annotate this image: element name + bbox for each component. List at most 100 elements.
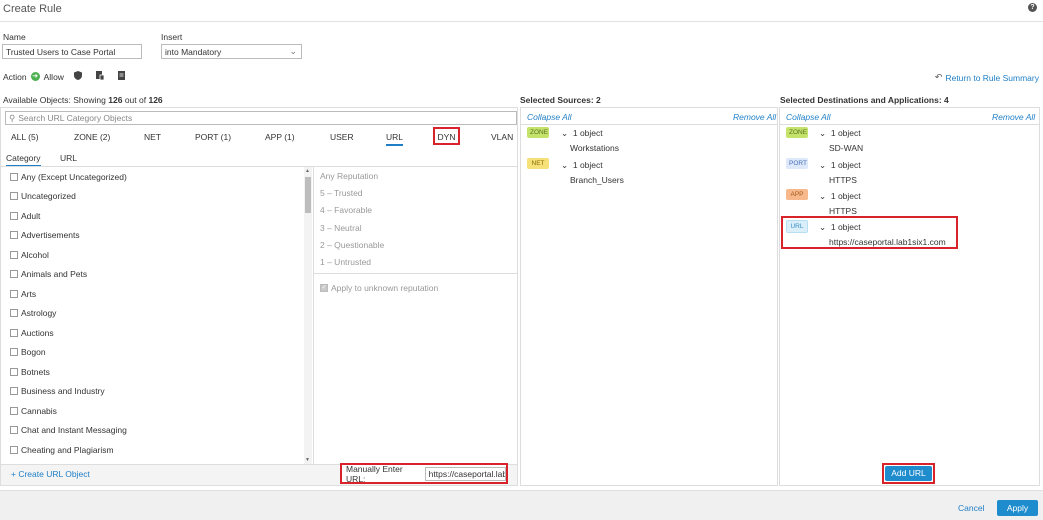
category-item[interactable]: Cheating and Plagiarism <box>10 440 114 460</box>
sources-collapse-all[interactable]: Collapse All <box>527 112 572 122</box>
category-list: Any (Except Uncategorized) Uncategorized… <box>0 167 313 464</box>
return-to-summary-link[interactable]: ↶ Return to Rule Summary <box>935 72 1039 83</box>
reputation-item[interactable]: 2 – Questionable <box>320 240 384 250</box>
source-object-header[interactable]: ⌄ 1 object <box>561 128 603 139</box>
category-item[interactable]: Botnets <box>10 362 50 382</box>
tab-zone[interactable]: ZONE (2) <box>74 132 110 142</box>
chevron-down-icon: ⌄ <box>561 128 569 138</box>
sources-remove-all[interactable]: Remove All <box>733 112 776 122</box>
tab-url[interactable]: URL <box>386 132 404 146</box>
reputation-item[interactable]: 4 – Favorable <box>320 205 372 215</box>
dialog-header: Create Rule ? <box>0 0 1043 22</box>
action-value[interactable]: Allow <box>44 72 64 82</box>
scrollbar-thumb[interactable] <box>305 177 311 213</box>
destination-object-header[interactable]: ⌄ 1 object <box>819 160 861 171</box>
chevron-down-icon: ⌄ <box>819 222 827 232</box>
scroll-up-icon[interactable]: ▲ <box>305 168 310 174</box>
reputation-divider <box>314 273 518 274</box>
checkbox[interactable] <box>10 309 18 318</box>
scroll-down-icon[interactable]: ▼ <box>305 457 310 463</box>
checkbox[interactable] <box>10 328 18 337</box>
source-object-value: Workstations <box>570 143 619 153</box>
category-scrollbar[interactable]: ▲ ▼ <box>304 167 312 464</box>
category-item[interactable]: Chat and Instant Messaging <box>10 421 127 441</box>
category-item[interactable]: Auctions <box>10 323 54 343</box>
manual-url-input[interactable]: https://caseportal.lab <box>424 466 506 481</box>
apply-button[interactable]: Apply <box>997 500 1038 516</box>
dialog-footer <box>0 490 1043 520</box>
category-item[interactable]: Animals and Pets <box>10 265 87 285</box>
selected-sources-title: Selected Sources: 2 <box>520 95 601 105</box>
checkbox[interactable] <box>10 250 18 259</box>
destination-object-value: HTTPS <box>829 175 857 185</box>
category-item[interactable]: Arts <box>10 284 36 304</box>
checkbox[interactable] <box>10 172 18 181</box>
subtab-category[interactable]: Category <box>6 153 41 167</box>
subtab-url[interactable]: URL <box>60 153 77 163</box>
reputation-item[interactable]: Any Reputation <box>320 171 378 181</box>
destination-object-header[interactable]: ⌄ 1 object <box>819 191 861 202</box>
tab-user[interactable]: USER <box>330 132 354 142</box>
checkbox[interactable] <box>10 270 18 279</box>
checkbox[interactable] <box>10 231 18 240</box>
category-item[interactable]: Uncategorized <box>10 187 76 207</box>
log-settings-icon[interactable] <box>95 71 105 82</box>
checkbox[interactable] <box>10 289 18 298</box>
checkbox[interactable] <box>10 406 18 415</box>
tab-vlan[interactable]: VLAN <box>491 132 513 142</box>
action-row: Action ➜ Allow <box>3 71 125 82</box>
checkbox[interactable] <box>10 445 18 454</box>
category-item[interactable]: Cannabis <box>10 401 57 421</box>
destinations-collapse-all[interactable]: Collapse All <box>786 112 831 122</box>
chevron-down-icon: ⌄ <box>289 46 297 56</box>
comments-icon[interactable] <box>117 71 125 82</box>
sources-divider <box>521 124 777 125</box>
app-badge: APP <box>786 189 808 200</box>
search-icon: ⚲ <box>9 112 16 123</box>
category-item[interactable]: Bogon <box>10 343 46 363</box>
destination-object-header[interactable]: ⌄ 1 object <box>819 222 861 233</box>
manual-url-entry: Manually Enter URL: https://caseportal.l… <box>340 463 508 484</box>
insert-select-value: into Mandatory <box>165 47 222 57</box>
name-label: Name <box>3 32 26 42</box>
tab-dyn[interactable]: DYN <box>433 127 460 145</box>
category-item[interactable]: Any (Except Uncategorized) <box>10 167 127 187</box>
shield-icon[interactable] <box>73 71 82 82</box>
cancel-button[interactable]: Cancel <box>958 503 984 513</box>
category-item[interactable]: Alcohol <box>10 245 49 265</box>
tab-port[interactable]: PORT (1) <box>195 132 231 142</box>
apply-unknown-reputation[interactable]: ✓ Apply to unknown reputation <box>320 283 438 293</box>
destination-object-header[interactable]: ⌄ 1 object <box>819 128 861 139</box>
reputation-item[interactable]: 3 – Neutral <box>320 223 362 233</box>
checkbox[interactable] <box>10 367 18 376</box>
destinations-remove-all[interactable]: Remove All <box>992 112 1035 122</box>
source-object-header[interactable]: ⌄ 1 object <box>561 160 603 171</box>
add-url-button[interactable]: Add URL <box>885 466 932 481</box>
insert-select[interactable]: into Mandatory ⌄ <box>161 44 302 59</box>
port-badge: PORT <box>786 158 808 169</box>
rule-name-input[interactable]: Trusted Users to Case Portal <box>2 44 142 59</box>
reputation-item[interactable]: 5 – Trusted <box>320 188 363 198</box>
create-url-object-link[interactable]: + Create URL Object <box>11 469 90 479</box>
chevron-down-icon: ⌄ <box>819 160 827 170</box>
category-item[interactable]: Business and Industry <box>10 382 105 402</box>
checkbox[interactable] <box>10 426 18 435</box>
checkbox[interactable] <box>10 387 18 396</box>
category-item[interactable]: Astrology <box>10 304 56 324</box>
checkbox[interactable] <box>10 211 18 220</box>
checkbox[interactable] <box>10 192 18 201</box>
checked-checkbox-icon[interactable]: ✓ <box>320 284 328 292</box>
tab-all[interactable]: ALL (5) <box>11 132 39 142</box>
zone-badge: ZONE <box>527 127 549 138</box>
category-item[interactable]: Adult <box>10 206 40 226</box>
tab-app[interactable]: APP (1) <box>265 132 295 142</box>
tab-net[interactable]: NET <box>144 132 161 142</box>
url-category-search-input[interactable]: ⚲ Search URL Category Objects <box>5 111 517 125</box>
help-icon[interactable]: ? <box>1028 3 1037 12</box>
dialog-title: Create Rule <box>3 3 62 15</box>
checkbox[interactable] <box>10 348 18 357</box>
reputation-item[interactable]: 1 – Untrusted <box>320 257 371 267</box>
available-objects-header: Available Objects: Showing 126 out of 12… <box>3 95 163 105</box>
url-badge: URL <box>786 220 808 233</box>
category-item[interactable]: Advertisements <box>10 226 80 246</box>
